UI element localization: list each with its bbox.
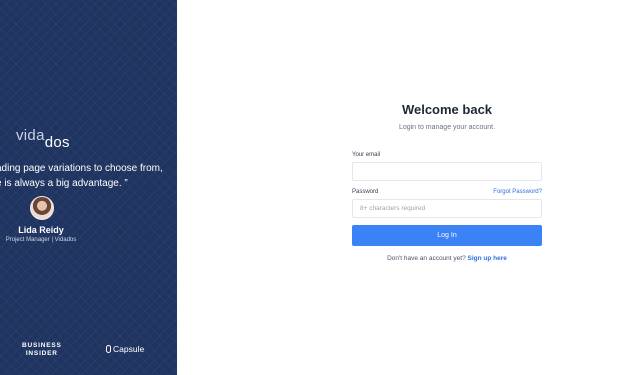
business-insider-line-2: INSIDER [25,350,58,357]
password-label-row: Password Forgot Password? [352,189,542,195]
signup-link[interactable]: Sign up here [468,255,507,262]
login-form: Welcome back Login to manage your accoun… [352,102,542,262]
vidados-logo: vidados [16,127,70,151]
login-button[interactable]: Log In [352,225,542,246]
testimonial-quote: ading page variations to choose from, e … [0,161,177,191]
capsule-icon [106,345,111,353]
password-field[interactable] [352,199,542,218]
logo-part-2: dos [44,134,70,151]
signup-prompt-text: Don't have an account yet? [387,255,466,262]
testimonial-role: Project Manager | Vidados [5,237,77,243]
testimonial-panel: vidados ading page variations to choose … [0,0,177,375]
quote-line-1: ading page variations to choose from, [0,163,163,174]
forgot-password-link[interactable]: Forgot Password? [493,189,542,195]
testimonial-name: Lida Reidy [18,225,64,235]
capsule-logo: Capsule [106,344,144,354]
page-subtitle: Login to manage your account. [398,124,496,131]
quote-line-2: e is always a big advantage. ” [0,178,128,189]
business-insider-logo: BUSINESS INSIDER [22,342,62,358]
password-label: Password [352,189,379,195]
page-title: Welcome back [401,102,493,117]
email-field[interactable] [352,162,542,181]
logo-part-1: vida [16,127,45,144]
business-insider-line-1: BUSINESS [22,342,62,349]
avatar [30,196,54,220]
email-label: Your email [352,152,381,158]
signup-prompt: Don't have an account yet? Sign up here [352,255,542,262]
capsule-logo-text: Capsule [113,344,145,354]
